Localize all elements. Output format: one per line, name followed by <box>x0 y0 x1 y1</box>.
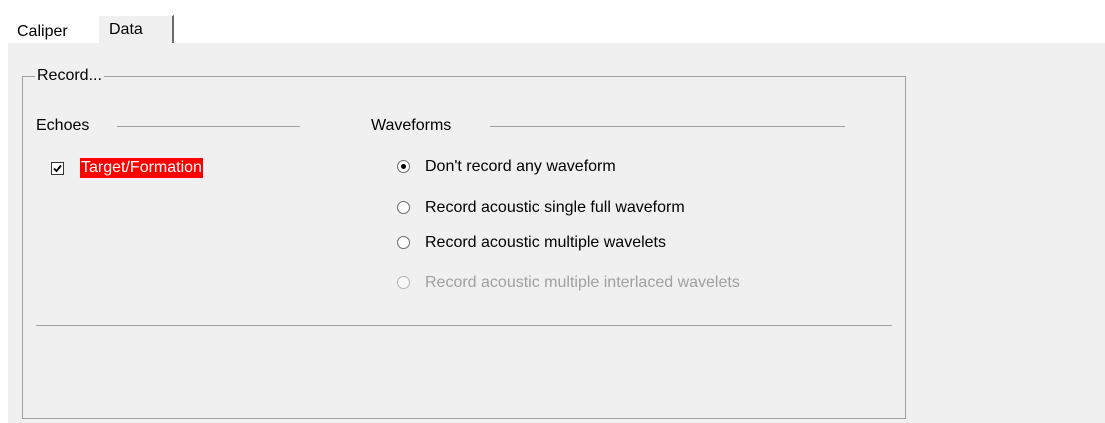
radio-button[interactable] <box>397 201 410 214</box>
radio-button[interactable] <box>397 160 410 173</box>
radio-button[interactable] <box>397 236 410 249</box>
checkmark-icon <box>53 164 62 173</box>
radio-label: Don't record any waveform <box>425 158 616 175</box>
tab-data[interactable]: Data <box>98 15 174 44</box>
waveforms-header: Waveforms <box>371 117 452 134</box>
radio-label: Record acoustic multiple interlaced wave… <box>425 274 740 291</box>
tab-caliper[interactable]: Caliper <box>17 22 68 42</box>
group-separator <box>36 325 892 326</box>
echoes-header: Echoes <box>36 117 90 134</box>
waveforms-separator <box>490 126 845 127</box>
radio-label: Record acoustic multiple wavelets <box>425 234 666 251</box>
record-groupbox-legend: Record... <box>35 66 104 86</box>
target-formation-checkbox[interactable] <box>51 162 64 175</box>
radio-selected-dot <box>401 164 406 169</box>
tab-data-label: Data <box>109 21 143 38</box>
echoes-separator <box>117 126 300 127</box>
target-formation-label[interactable]: Target/Formation <box>80 158 203 178</box>
radio-label: Record acoustic single full waveform <box>425 199 685 216</box>
radio-button <box>397 276 410 289</box>
